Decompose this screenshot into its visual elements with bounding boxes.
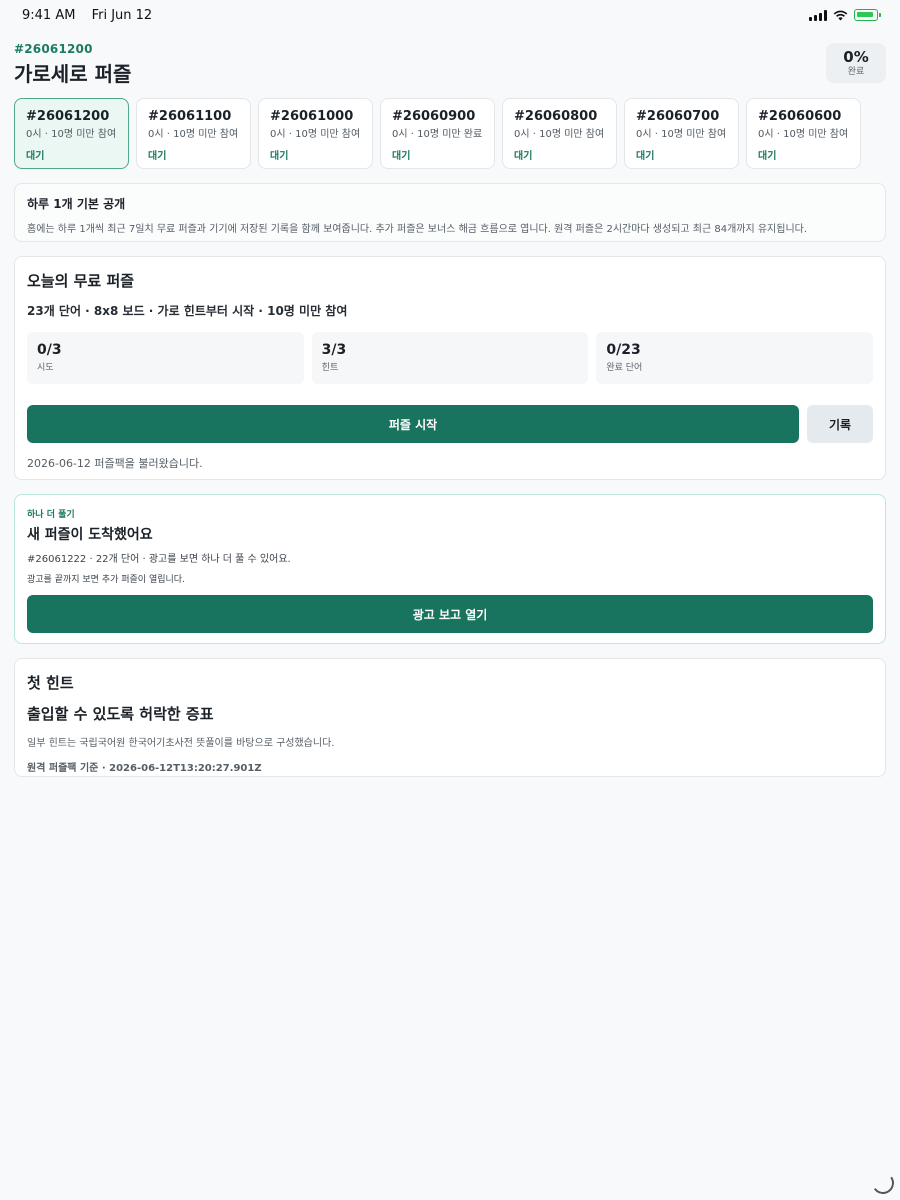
puzzle-tab-status: 대기 <box>270 151 289 162</box>
stat-label: 완료 단어 <box>606 363 643 373</box>
puzzle-tab[interactable]: #26061100 0시 · 10명 미만 참여 대기 <box>136 98 251 169</box>
loading-spinner-icon <box>870 1170 896 1196</box>
puzzle-tab-list: #26061200 0시 · 10명 미만 참여 대기 #26061100 0시… <box>14 98 861 169</box>
puzzle-tab-status: 대기 <box>636 151 655 162</box>
todays-puzzle-summary: 23개 단어 · 8x8 보드 · 가로 힌트부터 시작 · 10명 미만 참여 <box>27 304 348 318</box>
hint-clue: 출입할 수 있도록 허락한 증표 <box>27 705 214 723</box>
stat-value: 3/3 <box>321 342 347 358</box>
bonus-meta: #26061222 · 22개 단어 · 광고를 보면 하나 더 풀 수 있어요… <box>27 554 291 565</box>
puzzle-tab-meta: 0시 · 10명 미만 참여 <box>26 129 117 140</box>
page-header: #26061200 가로세로 퍼즐 0% 완료 <box>14 42 886 86</box>
status-time: 9:41 AM <box>22 7 76 23</box>
hint-source: 일부 힌트는 국립국어원 한국어기초사전 뜻풀이를 바탕으로 구성했습니다. <box>27 738 335 749</box>
puzzle-tab-meta: 0시 · 10명 미만 참여 <box>148 129 239 140</box>
puzzle-tab-id: #26060800 <box>514 109 598 124</box>
puzzle-actions: 퍼즐 시작 기록 <box>27 405 873 443</box>
puzzle-tab-id: #26061200 <box>26 109 110 124</box>
stat-hints: 3/3 힌트 <box>311 332 589 384</box>
first-hint-card: 첫 힌트 출입할 수 있도록 허락한 증표 일부 힌트는 국립국어원 한국어기초… <box>14 658 886 777</box>
puzzle-tab-status: 대기 <box>514 151 533 162</box>
notice-body: 홈에는 하루 1개씩 최근 7일치 무료 퍼즐과 기기에 저장된 기록을 함께 … <box>27 224 808 235</box>
bonus-puzzle-card: 하나 더 풀기 새 퍼즐이 도착했어요 #26061222 · 22개 단어 ·… <box>14 494 886 644</box>
bonus-note: 광고를 끝까지 보면 추가 퍼즐이 열립니다. <box>27 575 185 585</box>
wifi-icon <box>833 10 848 21</box>
start-puzzle-button[interactable]: 퍼즐 시작 <box>27 405 799 443</box>
pack-loaded-message: 2026-06-12 퍼즐팩을 불러왔습니다. <box>27 457 203 470</box>
puzzle-tab-meta: 0시 · 10명 미만 참여 <box>270 129 361 140</box>
bonus-title: 새 퍼즐이 도착했어요 <box>27 527 153 543</box>
puzzle-tab-meta: 0시 · 10명 미만 완료 <box>392 129 483 140</box>
completion-badge: 0% 완료 <box>826 43 886 83</box>
completion-label: 완료 <box>847 67 865 77</box>
stat-value: 0/23 <box>606 342 641 358</box>
puzzle-tab-status: 대기 <box>392 151 411 162</box>
todays-puzzle-title: 오늘의 무료 퍼즐 <box>27 272 135 290</box>
stat-attempts: 0/3 시도 <box>27 332 304 384</box>
records-button[interactable]: 기록 <box>807 405 873 443</box>
battery-icon <box>854 9 881 21</box>
stat-label: 시도 <box>37 363 54 373</box>
status-bar: 9:41 AM Fri Jun 12 <box>0 0 900 30</box>
status-date: Fri Jun 12 <box>91 7 153 23</box>
hint-title: 첫 힌트 <box>27 674 74 692</box>
puzzle-tab-id: #26060700 <box>636 109 720 124</box>
puzzle-tab-id: #26060600 <box>758 109 842 124</box>
puzzle-tab-meta: 0시 · 10명 미만 참여 <box>758 129 849 140</box>
stat-label: 힌트 <box>321 363 339 373</box>
puzzle-tab-id: #26061000 <box>270 109 354 124</box>
stat-value: 0/3 <box>37 342 62 358</box>
puzzle-tab[interactable]: #26061200 0시 · 10명 미만 참여 대기 <box>14 98 129 169</box>
puzzle-tab-meta: 0시 · 10명 미만 참여 <box>514 129 605 140</box>
puzzle-tab[interactable]: #26060600 0시 · 10명 미만 참여 대기 <box>746 98 861 169</box>
puzzle-tab-meta: 0시 · 10명 미만 참여 <box>636 129 727 140</box>
hint-reference: 원격 퍼즐팩 기준 · 2026-06-12T13:20:27.901Z <box>27 763 262 774</box>
puzzle-tab[interactable]: #26060800 0시 · 10명 미만 참여 대기 <box>502 98 617 169</box>
puzzle-tab[interactable]: #26060900 0시 · 10명 미만 완료 대기 <box>380 98 495 169</box>
puzzle-tab[interactable]: #26061000 0시 · 10명 미만 참여 대기 <box>258 98 373 169</box>
puzzle-tab-status: 대기 <box>148 151 167 162</box>
completion-percent: 0% <box>843 48 869 66</box>
todays-puzzle-card: 오늘의 무료 퍼즐 23개 단어 · 8x8 보드 · 가로 힌트부터 시작 ·… <box>14 256 886 480</box>
cellular-signal-icon <box>809 9 827 21</box>
puzzle-tab-status: 대기 <box>758 151 777 162</box>
watch-ad-unlock-button[interactable]: 광고 보고 열기 <box>27 595 873 633</box>
stat-completed-words: 0/23 완료 단어 <box>596 332 874 384</box>
puzzle-tab-id: #26060900 <box>392 109 476 124</box>
puzzle-tab-status: 대기 <box>26 151 45 162</box>
puzzle-tab[interactable]: #26060700 0시 · 10명 미만 참여 대기 <box>624 98 739 169</box>
notice-title: 하루 1개 기본 공개 <box>27 197 126 211</box>
current-puzzle-id: #26061200 <box>14 42 93 56</box>
page-title: 가로세로 퍼즐 <box>14 62 132 86</box>
daily-release-notice: 하루 1개 기본 공개 홈에는 하루 1개씩 최근 7일치 무료 퍼즐과 기기에… <box>14 183 886 242</box>
bonus-eyebrow: 하나 더 풀기 <box>27 510 75 520</box>
puzzle-tab-id: #26061100 <box>148 109 232 124</box>
puzzle-stats: 0/3 시도 3/3 힌트 0/23 완료 단어 <box>27 332 874 384</box>
